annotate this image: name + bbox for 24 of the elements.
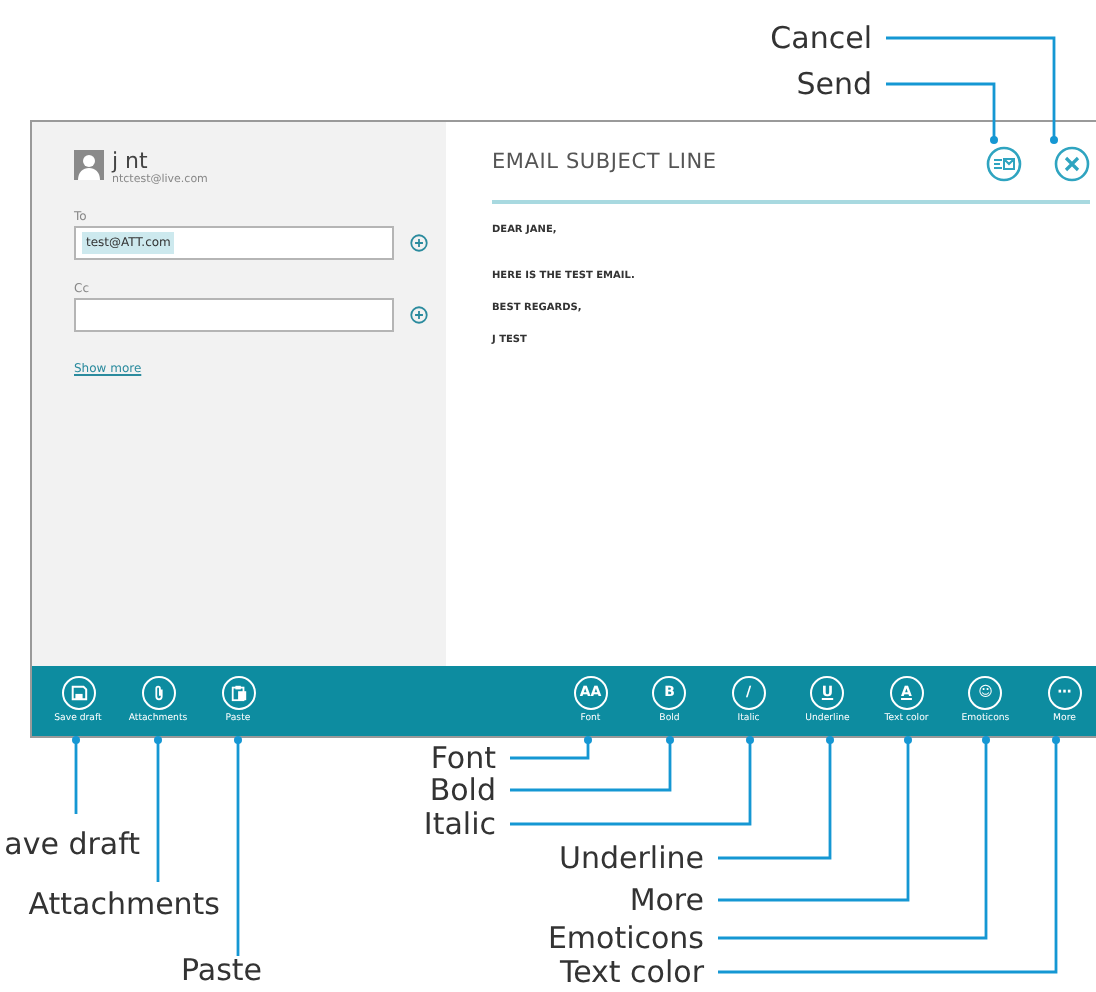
callout-label: More — [629, 882, 704, 918]
clipboard-icon — [221, 676, 255, 710]
callout-label: Bold — [429, 772, 496, 808]
callout-label: Paste — [181, 952, 262, 988]
callout-label: Send — [796, 66, 872, 102]
paperclip-icon — [141, 676, 175, 710]
callout-label: Emoticons — [547, 920, 704, 956]
cc-field[interactable] — [74, 298, 394, 333]
callout-label: Attachments — [28, 886, 220, 922]
callout-label: Text color — [559, 954, 704, 990]
add-icon[interactable] — [410, 234, 428, 253]
account-name: j nt — [112, 150, 150, 172]
floppy-disk-icon — [61, 676, 95, 710]
callout-label: Underline — [559, 840, 704, 876]
callout-label: Italic — [423, 806, 496, 842]
leader-line — [72, 736, 80, 814]
subject-line: EMAIL SUBJECT LINE — [492, 148, 719, 179]
callout-label: ave draft — [4, 826, 140, 862]
close-icon[interactable] — [1054, 146, 1090, 182]
add-icon[interactable] — [410, 306, 428, 325]
callout-label: Font — [430, 740, 496, 776]
callout-label: Cancel — [770, 20, 872, 56]
avatar-icon — [74, 150, 104, 180]
send-icon[interactable] — [986, 146, 1022, 182]
